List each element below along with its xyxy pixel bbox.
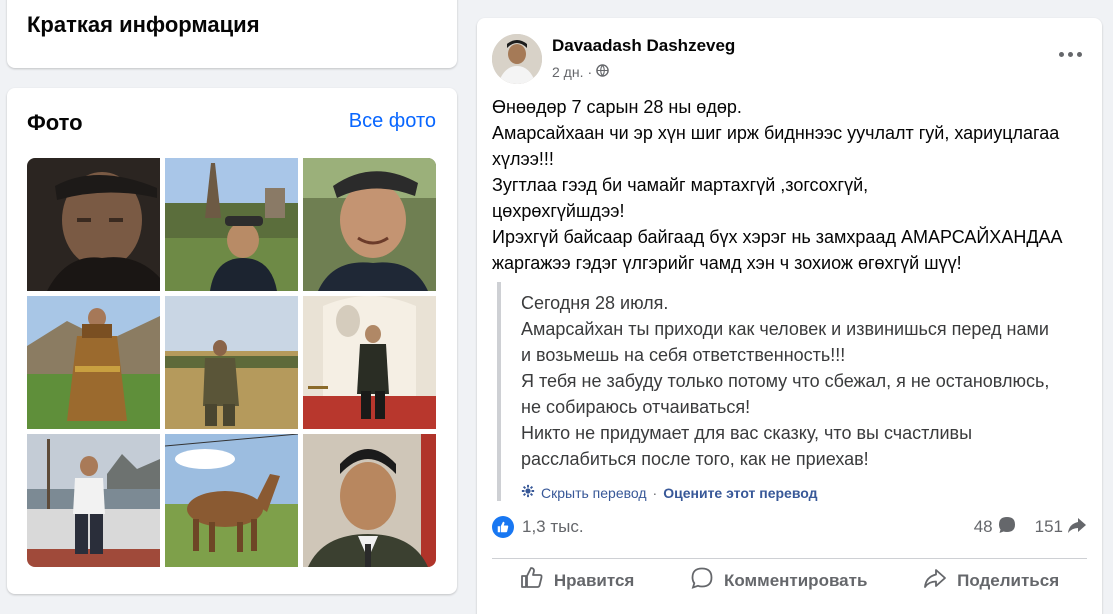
photo-thumbnail[interactable] [27, 434, 160, 567]
shares-count: 151 [1034, 517, 1063, 536]
hide-translation-link[interactable]: Скрыть перевод [541, 485, 647, 501]
gear-icon[interactable] [521, 484, 535, 501]
translation-line: Никто не придумает для вас сказку, что в… [521, 423, 973, 443]
post-line: Амарсайхаан чи эр хүн шиг ирж бидннээс у… [492, 123, 1060, 143]
comment-bubble-icon [997, 515, 1017, 540]
author-avatar[interactable] [492, 34, 542, 84]
meta-separator: · [587, 64, 593, 80]
intro-card: Краткая информация [7, 0, 457, 68]
translation-line: расслабиться после того, как не приехав! [521, 449, 869, 469]
shares-stat[interactable]: 151 [1035, 515, 1087, 540]
post-text: Өнөөдөр 7 сарын 28 ны өдөр. Амарсайхаан … [492, 94, 1087, 276]
comments-stat[interactable]: 48 [974, 515, 1017, 540]
comment-button[interactable]: Комментировать [680, 560, 877, 601]
photo-thumbnail[interactable] [165, 434, 298, 567]
thumbs-up-icon [520, 566, 544, 595]
author-name[interactable]: Davaadash Dashzeveg [552, 36, 735, 56]
post-time[interactable]: 2 дн. [552, 64, 583, 80]
post-line: цөхрөхгүйшдээ! [492, 201, 625, 221]
photo-grid [27, 158, 436, 567]
photo-thumbnail[interactable] [27, 158, 160, 291]
comment-icon [690, 566, 714, 595]
photo-thumbnail[interactable] [165, 158, 298, 291]
post-line: Ирэхгүй байсаар байгаад бүх хэрэг нь зам… [492, 227, 1063, 247]
rate-translation-link[interactable]: Оцените этот перевод [663, 485, 817, 501]
photo-thumbnail[interactable] [303, 158, 436, 291]
photos-card: Фото Все фото [7, 88, 457, 594]
comment-label: Комментировать [724, 570, 868, 590]
like-label: Нравится [553, 570, 635, 590]
translation-line: и возьмешь на себя ответственность!!! [521, 345, 846, 365]
photo-thumbnail[interactable] [165, 296, 298, 429]
share-icon [923, 566, 947, 595]
post-line: Өнөөдөр 7 сарын 28 ны өдөр. [492, 97, 742, 117]
post-line: хүлээ!!! [492, 149, 554, 169]
globe-icon [596, 64, 609, 80]
share-button[interactable]: Поделиться [913, 560, 1069, 601]
intro-title: Краткая информация [27, 12, 260, 37]
translation-actions: Скрыть перевод · Оцените этот перевод [521, 484, 1092, 501]
post-line: Зугтлаа гээд би чамайг мартахгүй ,зогсох… [492, 175, 869, 195]
photo-thumbnail[interactable] [303, 434, 436, 567]
like-reaction-icon[interactable] [492, 516, 514, 538]
post-line: жаргажээ гэдэг үлгэрийг чамд хэн ч зохио… [492, 253, 962, 273]
translation-line: Сегодня 28 июля. [521, 293, 669, 313]
share-label: Поделиться [957, 570, 1060, 590]
reactions-count[interactable]: 1,3 тыс. [522, 517, 584, 537]
translation-block: Сегодня 28 июля. Амарсайхан ты приходи к… [497, 282, 1092, 501]
translation-line: Я тебя не забуду только потому что сбежа… [521, 371, 1050, 391]
translation-line: не собираюсь отчаиваться! [521, 397, 751, 417]
share-arrow-icon [1067, 515, 1087, 540]
post-meta: 2 дн. · [552, 64, 609, 80]
actions-separator: · [652, 484, 658, 501]
more-options-icon[interactable] [1052, 44, 1088, 64]
post-stats: 1,3 тыс. 48 151 [492, 512, 1087, 542]
like-button[interactable]: Нравится [510, 560, 645, 601]
post-actions: Нравится Комментировать Поделиться [492, 558, 1087, 598]
translation-line: Амарсайхан ты приходи как человек и изви… [521, 319, 1049, 339]
comments-count: 48 [973, 517, 993, 536]
all-photos-link[interactable]: Все фото [349, 110, 436, 133]
post-card: Davaadash Dashzeveg 2 дн. · Өнөөдөр 7 са… [477, 18, 1102, 614]
photo-thumbnail[interactable] [27, 296, 160, 429]
photos-title: Фото [27, 110, 83, 135]
photo-thumbnail[interactable] [303, 296, 436, 429]
